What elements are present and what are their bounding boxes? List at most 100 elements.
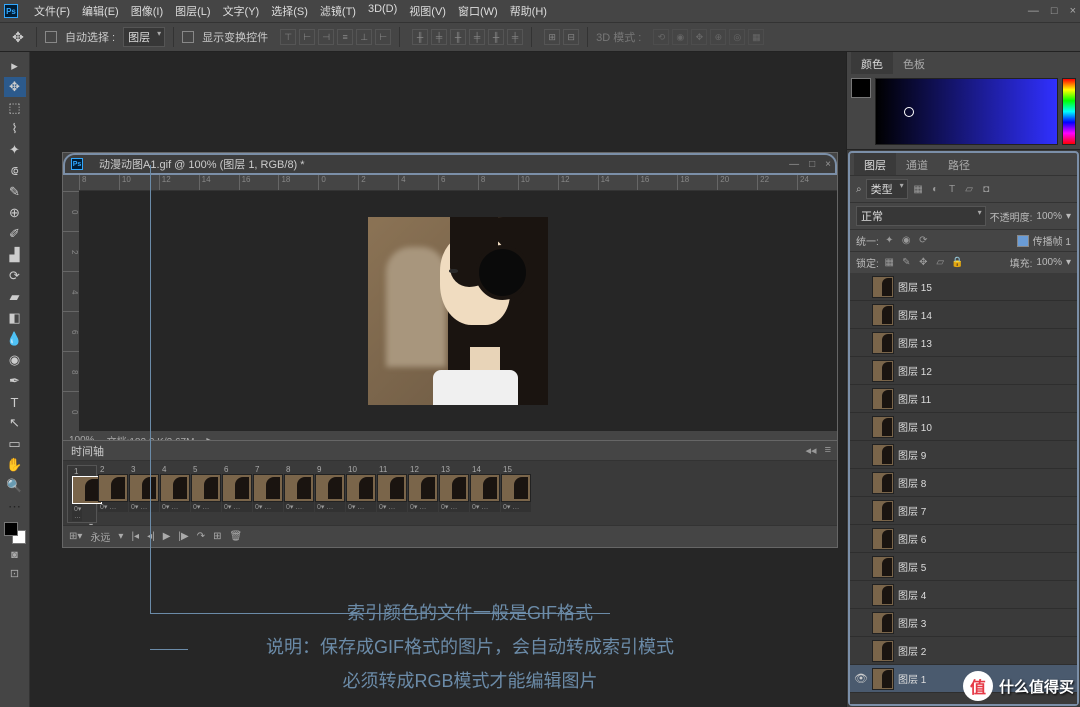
menu-图像(I)[interactable]: 图像(I) xyxy=(125,3,169,19)
tl-menu-icon[interactable]: ≡ xyxy=(825,444,831,457)
frame-15[interactable]: 150▾ … xyxy=(501,465,531,523)
layer-图层 15[interactable]: 图层 15 xyxy=(850,273,1077,301)
menu-文字(Y)[interactable]: 文字(Y) xyxy=(217,3,266,19)
document-titlebar[interactable]: Ps 动漫动图A1.gif @ 100% (图层 1, RGB/8) * —□× xyxy=(63,153,837,175)
layer-图层 10[interactable]: 图层 10 xyxy=(850,413,1077,441)
frame-4[interactable]: 40▾ … xyxy=(160,465,190,523)
gradient-tool[interactable]: ◧ xyxy=(4,308,26,328)
layer-图层 4[interactable]: 图层 4 xyxy=(850,581,1077,609)
auto-select-checkbox[interactable] xyxy=(45,31,57,43)
layer-图层 3[interactable]: 图层 3 xyxy=(850,609,1077,637)
eraser-tool[interactable]: ▰ xyxy=(4,287,26,307)
menu-编辑(E)[interactable]: 编辑(E) xyxy=(76,3,125,19)
layer-图层 13[interactable]: 图层 13 xyxy=(850,329,1077,357)
hue-slider[interactable] xyxy=(1062,78,1076,145)
layer-图层 11[interactable]: 图层 11 xyxy=(850,385,1077,413)
filter-adj-icon[interactable]: ◐ xyxy=(929,183,942,196)
menu-窗口(W)[interactable]: 窗口(W) xyxy=(452,3,504,19)
marquee-tool[interactable]: ⬚ xyxy=(4,98,26,118)
frame-8[interactable]: 80▾ … xyxy=(284,465,314,523)
close-icon[interactable]: × xyxy=(1070,5,1076,17)
layer-图层 5[interactable]: 图层 5 xyxy=(850,553,1077,581)
layer-图层 9[interactable]: 图层 9 xyxy=(850,441,1077,469)
timeline-tab[interactable]: 时间轴 xyxy=(71,443,104,459)
layer-图层 7[interactable]: 图层 7 xyxy=(850,497,1077,525)
stamp-tool[interactable]: ▟ xyxy=(4,245,26,265)
next-frame-icon[interactable]: |▶ xyxy=(178,531,188,542)
frame-5[interactable]: 50▾ … xyxy=(191,465,221,523)
filter-smart-icon[interactable]: ◘ xyxy=(980,183,993,196)
tab-paths[interactable]: 路径 xyxy=(938,153,980,175)
tab-swatch[interactable]: 色板 xyxy=(893,52,935,74)
tab-channels[interactable]: 通道 xyxy=(896,153,938,175)
layer-图层 6[interactable]: 图层 6 xyxy=(850,525,1077,553)
type-tool[interactable]: T xyxy=(4,392,26,412)
propagate-checkbox[interactable] xyxy=(1017,235,1029,247)
loop-select[interactable]: 永远 xyxy=(90,529,110,544)
pen-tool[interactable]: ✒ xyxy=(4,371,26,391)
frame-9[interactable]: 90▾ … xyxy=(315,465,345,523)
play-icon[interactable]: ▶ xyxy=(163,531,171,542)
maximize-icon[interactable]: □ xyxy=(1051,5,1058,17)
menu-滤镜(T)[interactable]: 滤镜(T) xyxy=(314,3,362,19)
menu-3D(D)[interactable]: 3D(D) xyxy=(362,3,403,19)
lock-pos-icon[interactable]: ✥ xyxy=(917,256,930,269)
transform-checkbox[interactable] xyxy=(182,31,194,43)
opacity-value[interactable]: 100% xyxy=(1036,211,1062,222)
canvas-viewport[interactable] xyxy=(79,191,837,431)
tab-layers[interactable]: 图层 xyxy=(854,153,896,175)
tl-collapse-icon[interactable]: ◂◂ xyxy=(806,444,817,457)
tl-menu2-icon[interactable]: ⊞▾ xyxy=(69,531,82,542)
lock-art-icon[interactable]: ▱ xyxy=(934,256,947,269)
heal-tool[interactable]: ⊕ xyxy=(4,203,26,223)
menu-视图(V)[interactable]: 视图(V) xyxy=(403,3,452,19)
frame-13[interactable]: 130▾ … xyxy=(439,465,469,523)
tween-icon[interactable]: ↷ xyxy=(197,531,205,542)
shape-tool[interactable]: ▭ xyxy=(4,434,26,454)
layer-图层 8[interactable]: 图层 8 xyxy=(850,469,1077,497)
move-tool[interactable]: ✥ xyxy=(4,77,26,97)
frame-7[interactable]: 70▾ … xyxy=(253,465,283,523)
frame-6[interactable]: 60▾ … xyxy=(222,465,252,523)
path-tool[interactable]: ↖ xyxy=(4,413,26,433)
menu-帮助(H)[interactable]: 帮助(H) xyxy=(504,3,553,19)
quickmask-icon[interactable]: ◙ xyxy=(8,548,22,562)
eyedropper-tool[interactable]: ✎ xyxy=(4,182,26,202)
lasso-tool[interactable]: ⌇ xyxy=(4,119,26,139)
color-swatch[interactable] xyxy=(4,522,26,544)
filter-pixel-icon[interactable]: ▦ xyxy=(912,183,925,196)
first-frame-icon[interactable]: |◂ xyxy=(131,531,139,542)
crop-tool[interactable]: ⟃ xyxy=(4,161,26,181)
color-preview[interactable] xyxy=(851,78,871,98)
doc-min-icon[interactable]: — xyxy=(789,159,799,170)
blur-tool[interactable]: 💧 xyxy=(4,329,26,349)
color-field[interactable] xyxy=(875,78,1058,145)
doc-max-icon[interactable]: □ xyxy=(809,159,815,170)
frame-14[interactable]: 140▾ … xyxy=(470,465,500,523)
layer-图层 12[interactable]: 图层 12 xyxy=(850,357,1077,385)
doc-close-icon[interactable]: × xyxy=(825,159,831,170)
menu-图层(L)[interactable]: 图层(L) xyxy=(169,3,216,19)
lock-all-icon[interactable]: 🔒 xyxy=(951,256,964,269)
frame-10[interactable]: 100▾ … xyxy=(346,465,376,523)
zoom-tool[interactable]: 🔍 xyxy=(4,476,26,496)
wand-tool[interactable]: ✦ xyxy=(4,140,26,160)
dodge-tool[interactable]: ◉ xyxy=(4,350,26,370)
minimize-icon[interactable]: — xyxy=(1028,5,1039,17)
filter-type-icon[interactable]: T xyxy=(946,183,959,196)
history-tool[interactable]: ⟳ xyxy=(4,266,26,286)
lock-pixel-icon[interactable]: ✎ xyxy=(900,256,913,269)
layer-图层 14[interactable]: 图层 14 xyxy=(850,301,1077,329)
lock-trans-icon[interactable]: ▦ xyxy=(883,256,896,269)
delete-frame-icon[interactable]: 🗑 xyxy=(229,531,242,542)
expand-icon[interactable]: ▸ xyxy=(4,56,26,76)
frame-3[interactable]: 30▾ … xyxy=(129,465,159,523)
menu-选择(S)[interactable]: 选择(S) xyxy=(265,3,314,19)
layer-图层 2[interactable]: 图层 2 xyxy=(850,637,1077,665)
visibility-icon[interactable]: 👁 xyxy=(854,672,868,685)
edit-toolbar[interactable]: ⋯ xyxy=(4,497,26,517)
layer-select[interactable]: 图层 xyxy=(123,27,165,47)
tab-color[interactable]: 颜色 xyxy=(851,52,893,74)
menu-文件(F)[interactable]: 文件(F) xyxy=(28,3,76,19)
frame-2[interactable]: 20▾ … xyxy=(98,465,128,523)
